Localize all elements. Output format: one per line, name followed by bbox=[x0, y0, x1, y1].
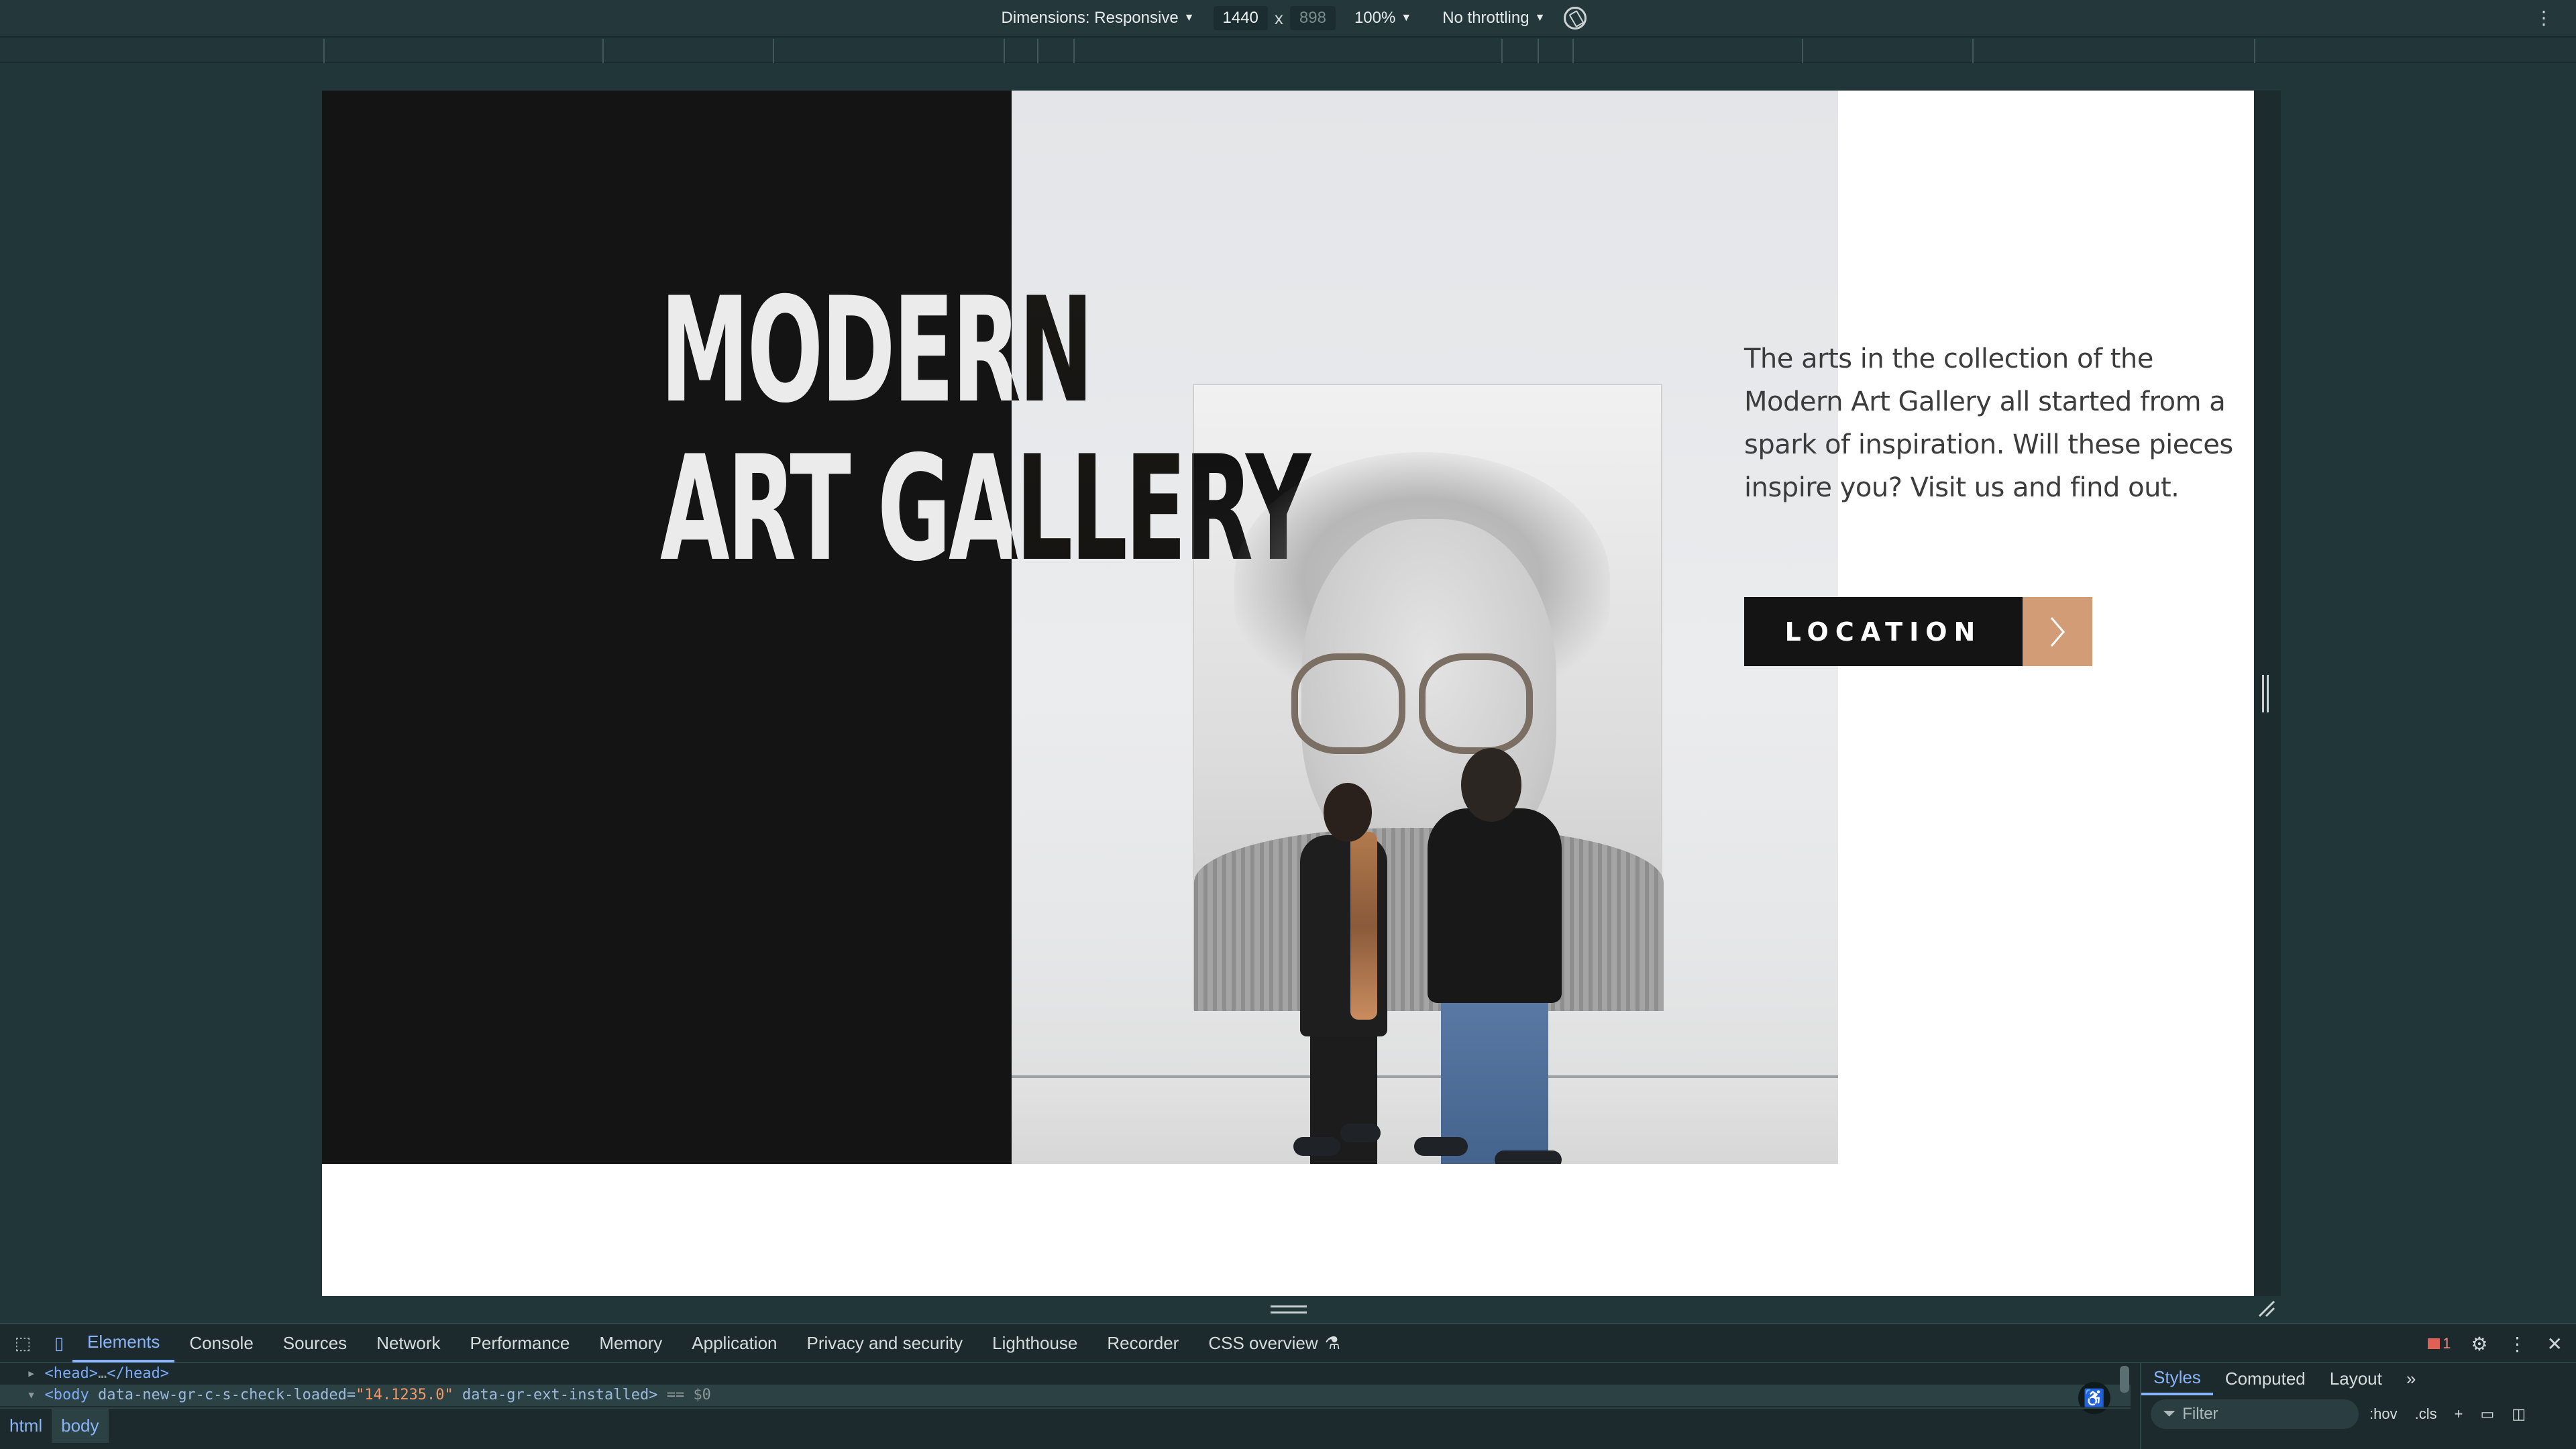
head-close-tag: </head> bbox=[107, 1365, 169, 1382]
title-line-2: ART GALLERY bbox=[660, 425, 1311, 593]
body-attr-name: data-new-gr-c-s-check-loaded= bbox=[97, 1387, 356, 1403]
dom-scrollbar[interactable] bbox=[2120, 1366, 2129, 1393]
tab-computed[interactable]: Computed bbox=[2213, 1362, 2318, 1395]
chevron-right-icon bbox=[2023, 597, 2092, 666]
location-label: LOCATION bbox=[1744, 597, 2023, 666]
device-toggle-icon[interactable]: ▯ bbox=[46, 1330, 72, 1356]
tab-recorder[interactable]: Recorder bbox=[1092, 1324, 1193, 1362]
filter-placeholder: Filter bbox=[2182, 1405, 2218, 1423]
dark-panel bbox=[322, 91, 1012, 1164]
tab-application[interactable]: Application bbox=[677, 1324, 792, 1362]
styles-tabbar: Styles Computed Layout » bbox=[2141, 1362, 2428, 1395]
zoom-select[interactable]: 100% ▼ bbox=[1354, 9, 1411, 28]
body-attr-name: data-gr-ext-installed> bbox=[462, 1387, 658, 1403]
filter-icon: ⏷ bbox=[2163, 1405, 2176, 1423]
throttling-label: No throttling bbox=[1442, 9, 1529, 27]
dom-node-head[interactable]: ▸ <head>…</head> bbox=[0, 1363, 2131, 1385]
device-toolbar-controls: Dimensions: Responsive ▼ 1440 x 898 100%… bbox=[989, 6, 1587, 30]
close-icon[interactable]: ✕ bbox=[2547, 1333, 2563, 1355]
chevron-down-icon: ▼ bbox=[1401, 12, 1412, 23]
gallery-photo bbox=[1012, 91, 1838, 1164]
tab-performance[interactable]: Performance bbox=[455, 1324, 585, 1362]
inspect-element-icon[interactable]: ⬚ bbox=[9, 1330, 36, 1356]
tab-sources[interactable]: Sources bbox=[268, 1324, 362, 1362]
throttling-select[interactable]: No throttling ▼ bbox=[1442, 9, 1545, 28]
tab-elements[interactable]: Elements bbox=[72, 1324, 175, 1362]
shoe bbox=[1414, 1137, 1468, 1156]
error-badge[interactable]: 1 bbox=[2428, 1335, 2451, 1352]
location-button[interactable]: LOCATION bbox=[1744, 597, 2092, 666]
more-vert-icon[interactable]: ⋮ bbox=[2534, 7, 2553, 29]
body-attr-value: "14.1235.0" bbox=[356, 1387, 453, 1403]
cls-toggle[interactable]: .cls bbox=[2415, 1405, 2437, 1423]
visitor-man-head bbox=[1461, 748, 1521, 822]
styles-filter-input[interactable]: ⏷ Filter bbox=[2151, 1399, 2359, 1429]
more-tabs-icon[interactable]: » bbox=[2394, 1362, 2428, 1395]
tab-styles[interactable]: Styles bbox=[2141, 1362, 2213, 1395]
paint-icon[interactable]: ▭ bbox=[2480, 1405, 2494, 1423]
visitor-man bbox=[1428, 808, 1562, 1003]
chevron-down-icon: ▼ bbox=[1534, 12, 1546, 23]
tab-css-overview-label: CSS overview bbox=[1208, 1332, 1318, 1353]
tab-lighthouse[interactable]: Lighthouse bbox=[977, 1324, 1092, 1362]
error-flag-icon bbox=[2428, 1338, 2440, 1349]
styles-toolbar: :hov .cls + ▭ ◫ bbox=[2369, 1399, 2526, 1429]
head-tag: <head> bbox=[44, 1365, 98, 1382]
expand-arrow-icon[interactable]: ▸ bbox=[27, 1365, 36, 1382]
page-viewport: MODERN ART GALLERY The arts in the colle… bbox=[322, 91, 2254, 1296]
resize-corner-icon[interactable] bbox=[2257, 1299, 2275, 1318]
shoe bbox=[1340, 1124, 1381, 1142]
flask-icon: ⚗ bbox=[1324, 1332, 1340, 1353]
dimensions-select[interactable]: Dimensions: Responsive ▼ bbox=[1002, 9, 1195, 28]
page-title: MODERN ART GALLERY bbox=[660, 266, 1311, 593]
dimensions-label: Dimensions: Responsive bbox=[1001, 9, 1179, 27]
settings-gear-icon[interactable]: ⚙ bbox=[2471, 1333, 2487, 1355]
add-rule-icon[interactable]: + bbox=[2455, 1405, 2463, 1423]
resize-handle-bottom[interactable] bbox=[1271, 1305, 1307, 1313]
times-separator: x bbox=[1274, 7, 1283, 28]
portrait-glasses bbox=[1419, 653, 1533, 754]
breadcrumb-html[interactable]: html bbox=[0, 1408, 52, 1443]
dom-node-body[interactable]: ▾ <body data-new-gr-c-s-check-loaded="14… bbox=[0, 1385, 2131, 1406]
tab-console[interactable]: Console bbox=[174, 1324, 268, 1362]
rotate-icon[interactable] bbox=[1564, 7, 1587, 30]
width-input[interactable]: 1440 bbox=[1213, 6, 1268, 30]
visitor-woman-scarf bbox=[1350, 832, 1377, 1020]
devtools-right-controls: 1 ⚙ ⋮ ✕ bbox=[2428, 1324, 2563, 1363]
tab-network[interactable]: Network bbox=[362, 1324, 455, 1362]
tab-layout[interactable]: Layout bbox=[2318, 1362, 2394, 1395]
ellipsis-icon: … bbox=[97, 1365, 107, 1382]
sidebar-toggle-icon[interactable]: ◫ bbox=[2512, 1405, 2526, 1423]
shoe bbox=[1495, 1150, 1562, 1164]
device-toolbar: Dimensions: Responsive ▼ 1440 x 898 100%… bbox=[0, 0, 2576, 38]
body-tag: <body bbox=[44, 1387, 89, 1403]
title-line-1: MODERN bbox=[660, 266, 1093, 435]
height-input[interactable]: 898 bbox=[1289, 6, 1336, 30]
breadcrumb-body[interactable]: body bbox=[52, 1408, 109, 1443]
styles-pane: Styles Computed Layout » ⏷ Filter :hov .… bbox=[2140, 1362, 2576, 1449]
visitor-woman-head bbox=[1324, 783, 1372, 842]
breadcrumb: html body bbox=[0, 1407, 2131, 1443]
chevron-down-icon: ▼ bbox=[1183, 12, 1195, 23]
more-vert-icon[interactable]: ⋮ bbox=[2508, 1333, 2527, 1355]
tab-memory[interactable]: Memory bbox=[584, 1324, 677, 1362]
shoe bbox=[1293, 1137, 1340, 1156]
zoom-label: 100% bbox=[1354, 9, 1396, 27]
tab-css-overview[interactable]: CSS overview ⚗ bbox=[1193, 1324, 1355, 1362]
selected-marker: == $0 bbox=[666, 1387, 711, 1403]
media-query-ruler bbox=[0, 39, 2576, 63]
error-count: 1 bbox=[2443, 1335, 2451, 1352]
resize-handle-right[interactable] bbox=[2262, 675, 2269, 712]
hov-toggle[interactable]: :hov bbox=[2369, 1405, 2398, 1423]
devtools-tabbar: ⬚ ▯ Elements Console Sources Network Per… bbox=[0, 1324, 2576, 1363]
tab-privacy-security[interactable]: Privacy and security bbox=[792, 1324, 978, 1362]
intro-paragraph: The arts in the collection of the Modern… bbox=[1744, 343, 2233, 503]
portrait-glasses bbox=[1291, 653, 1405, 754]
expand-arrow-icon[interactable]: ▾ bbox=[27, 1387, 36, 1403]
